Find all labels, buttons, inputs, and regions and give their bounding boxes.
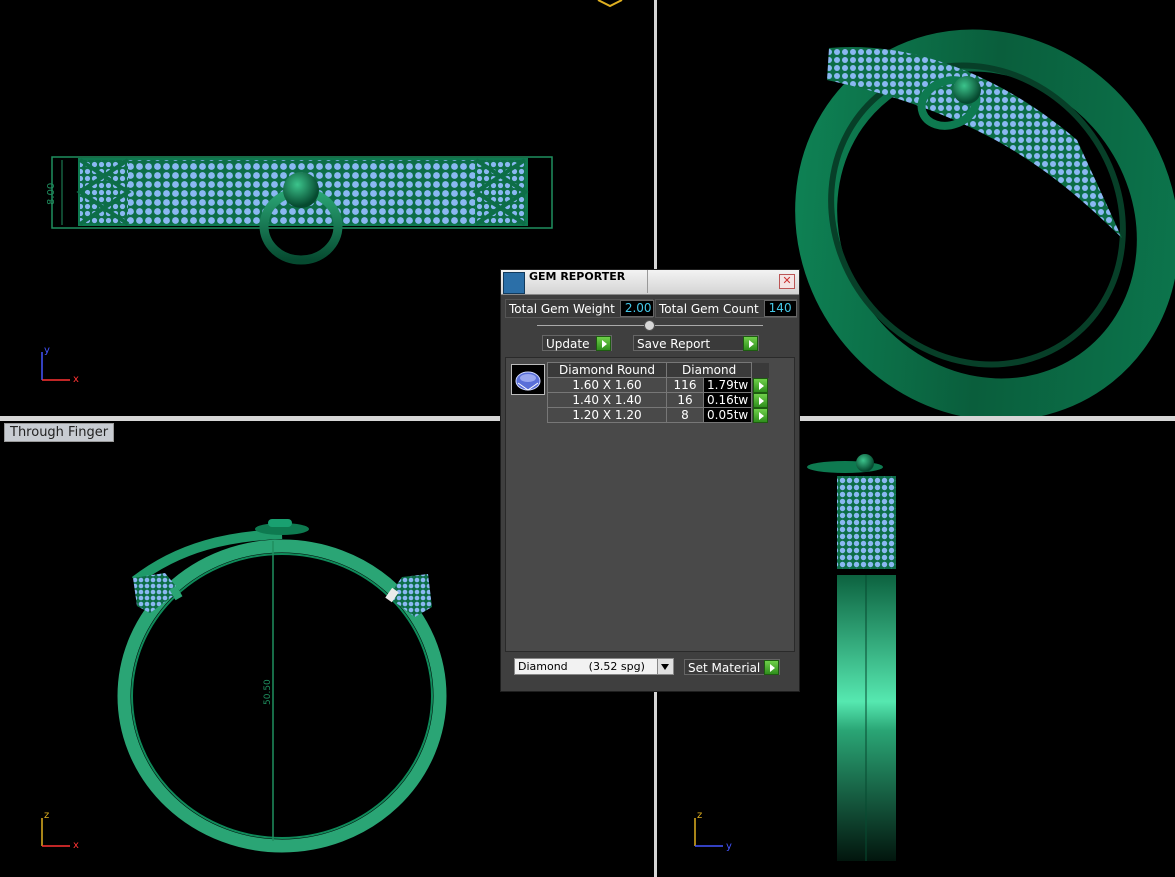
gem-reporter-title: GEM REPORTER — [529, 270, 648, 293]
ring-ball — [283, 172, 319, 208]
close-icon[interactable]: ✕ — [779, 274, 795, 289]
gem-count: 116 — [666, 377, 704, 393]
update-arrow-icon[interactable] — [596, 336, 611, 351]
save-report-button[interactable]: Save Report — [633, 335, 759, 351]
row-arrow-icon[interactable] — [753, 392, 769, 408]
total-gem-weight-label: Total Gem Weight — [509, 301, 615, 316]
set-material-button[interactable]: Set Material — [684, 659, 780, 675]
total-gem-count-label: Total Gem Count — [659, 301, 759, 316]
gem-list-area[interactable]: Diamond Round Diamond 1.60 X 1.60 116 1.… — [505, 357, 795, 652]
gem-count: 16 — [666, 392, 704, 408]
axis-z-label: z — [44, 810, 49, 821]
width-dimension-label: 8.00 — [46, 183, 57, 205]
gem-weight: 0.05tw — [702, 407, 753, 423]
gem-weight: 0.16tw — [702, 392, 753, 408]
diamond-round-thumbnail — [511, 364, 545, 395]
total-gem-count-box: Total Gem Count 140 — [655, 299, 797, 318]
update-button-label: Update — [546, 337, 590, 351]
save-report-button-label: Save Report — [637, 337, 711, 351]
table-row[interactable]: 1.20 X 1.20 8 0.05tw — [547, 407, 769, 423]
left-triangle-gems — [80, 160, 128, 224]
material-select-value: Diamond (3.52 spg) — [518, 660, 645, 673]
set-material-arrow-icon[interactable] — [764, 660, 779, 675]
axis-x-label: x — [73, 374, 79, 385]
header-material: Diamond — [665, 362, 753, 378]
gem-reporter-titlebar[interactable]: GEM REPORTER ✕ — [501, 270, 799, 295]
total-gem-weight-box: Total Gem Weight 2.00 — [505, 299, 654, 318]
ring-ball-perspective — [953, 76, 981, 104]
gem-size: 1.20 X 1.20 — [547, 407, 667, 423]
axis-y-label-side: y — [726, 841, 732, 852]
diameter-dimension-label: 50.50 — [263, 679, 273, 705]
save-report-arrow-icon[interactable] — [743, 336, 758, 351]
axis-z-label-side: z — [697, 810, 702, 821]
side-pave — [837, 476, 896, 571]
material-select[interactable]: Diamond (3.52 spg) — [514, 658, 674, 675]
table-row[interactable]: 1.40 X 1.40 16 0.16tw — [547, 392, 769, 408]
chevron-down-icon[interactable] — [657, 659, 673, 674]
viewport-label-through-finger[interactable]: Through Finger — [4, 423, 115, 442]
set-material-button-label: Set Material — [688, 661, 761, 675]
row-arrow-icon[interactable] — [753, 407, 769, 423]
total-gem-weight-value: 2.00 — [619, 300, 654, 317]
diamond-round-icon — [515, 371, 541, 391]
view-cube-fragment[interactable] — [597, 0, 623, 8]
panel-slider-knob[interactable] — [644, 320, 655, 331]
gem-reporter-app-icon — [503, 272, 525, 294]
gem-table-header: Diamond Round Diamond — [547, 362, 769, 378]
table-row[interactable]: 1.60 X 1.60 116 1.79tw — [547, 377, 769, 393]
gem-count: 8 — [666, 407, 704, 423]
axis-y-label: y — [44, 345, 50, 356]
row-arrow-icon[interactable] — [753, 377, 769, 393]
gem-reporter-panel[interactable]: GEM REPORTER ✕ Total Gem Weight 2.00 Tot… — [500, 269, 800, 692]
update-button[interactable]: Update — [542, 335, 612, 351]
gem-weight: 1.79tw — [702, 377, 753, 393]
gem-size: 1.60 X 1.60 — [547, 377, 667, 393]
gem-table: Diamond Round Diamond 1.60 X 1.60 116 1.… — [547, 362, 769, 423]
gem-size: 1.40 X 1.40 — [547, 392, 667, 408]
total-gem-count-value: 140 — [763, 300, 797, 317]
bracelet-band — [795, 29, 1175, 416]
axis-x-label-front: x — [73, 840, 79, 851]
right-triangle-gems — [476, 160, 525, 224]
header-shape: Diamond Round — [547, 362, 667, 378]
